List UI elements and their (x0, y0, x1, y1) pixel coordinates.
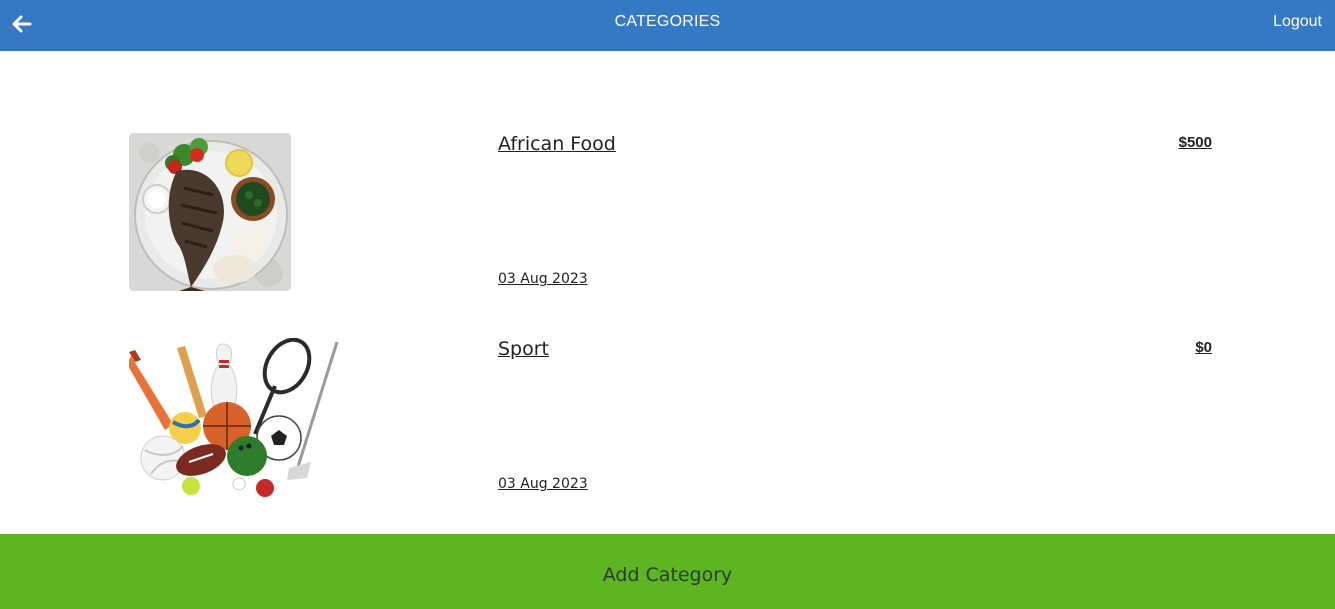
category-item[interactable]: Sport $0 03 Aug 2023 (0, 338, 1335, 508)
category-item[interactable]: African Food $500 03 Aug 2023 (0, 133, 1335, 303)
add-category-button[interactable]: Add Category (0, 534, 1335, 609)
sports-equipment-image (129, 338, 341, 498)
category-name[interactable]: Sport (498, 338, 549, 360)
add-category-label: Add Category (602, 564, 733, 586)
category-date[interactable]: 03 Aug 2023 (498, 476, 588, 492)
category-amount[interactable]: $0 (1195, 339, 1212, 356)
grilled-fish-plate-image (129, 133, 291, 291)
logout-button[interactable]: Logout (1273, 13, 1322, 31)
category-amount[interactable]: $500 (1179, 134, 1212, 151)
page-title: CATEGORIES (614, 13, 721, 30)
category-image (129, 338, 341, 498)
category-list: African Food $500 03 Aug 2023 Sport $0 0… (0, 51, 1335, 534)
category-date[interactable]: 03 Aug 2023 (498, 271, 588, 287)
category-image (129, 133, 291, 291)
category-name[interactable]: African Food (498, 133, 616, 155)
top-app-bar: CATEGORIES Logout (0, 0, 1335, 51)
